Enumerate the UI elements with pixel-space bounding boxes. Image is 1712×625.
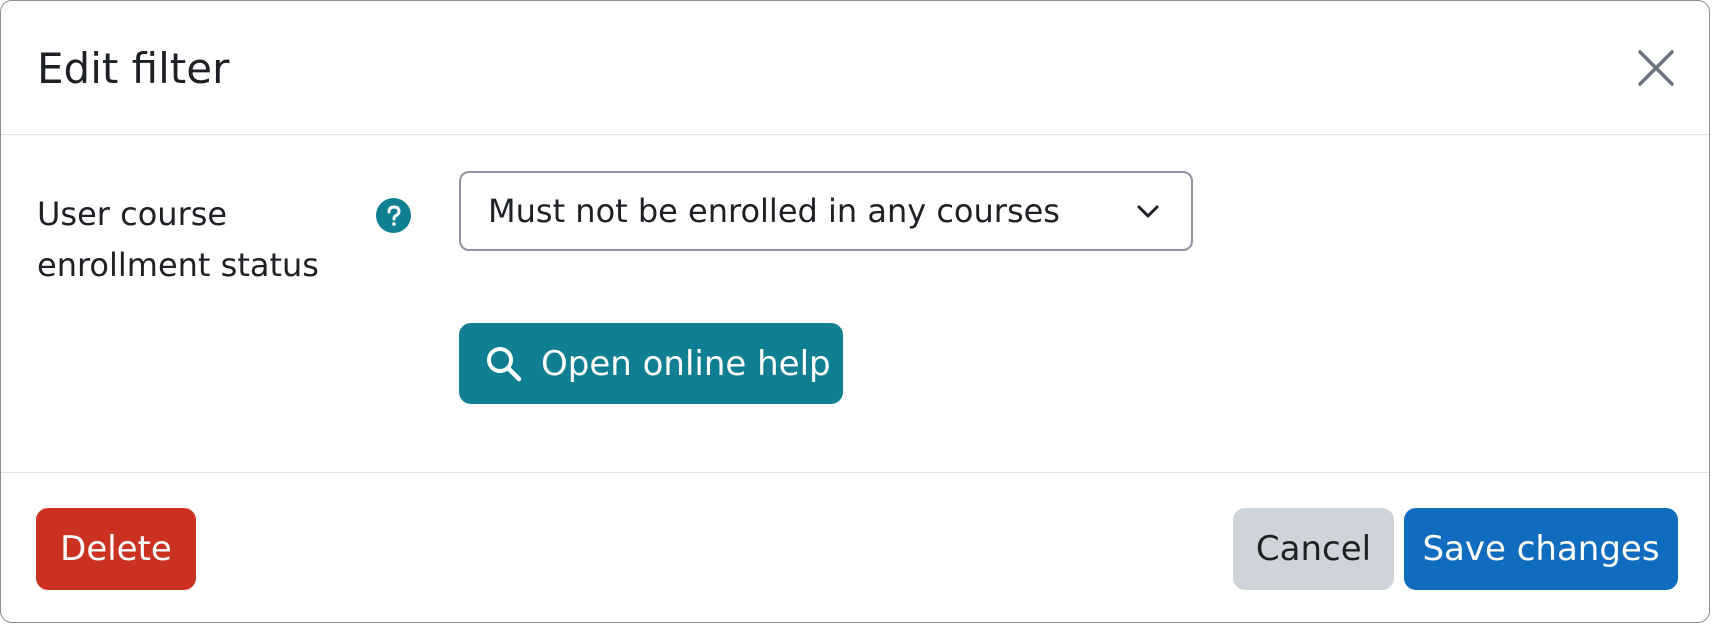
close-button[interactable] [1631, 43, 1681, 93]
question-mark-icon [387, 204, 401, 226]
close-icon [1638, 50, 1674, 86]
dialog-title: Edit filter [37, 44, 230, 93]
dialog-header: Edit filter [1, 1, 1709, 135]
delete-button[interactable]: Delete [36, 508, 196, 590]
enrollment-status-select[interactable]: Must not be enrolled in any courses [459, 171, 1193, 251]
open-online-help-label: Open online help [541, 343, 831, 384]
dialog-footer: Delete Cancel Save changes [1, 473, 1709, 622]
help-icon[interactable] [376, 198, 411, 233]
chevron-down-icon [1137, 205, 1159, 218]
edit-filter-dialog: Edit filter User course enrollment statu… [0, 0, 1710, 623]
dialog-body: User course enrollment status Must not b… [1, 135, 1709, 473]
cancel-button[interactable]: Cancel [1233, 508, 1394, 590]
save-changes-button[interactable]: Save changes [1404, 508, 1678, 590]
select-value: Must not be enrolled in any courses [488, 192, 1060, 230]
enrollment-status-label: User course enrollment status [37, 195, 319, 284]
open-online-help-button[interactable]: Open online help [459, 323, 843, 404]
search-icon [487, 346, 522, 381]
